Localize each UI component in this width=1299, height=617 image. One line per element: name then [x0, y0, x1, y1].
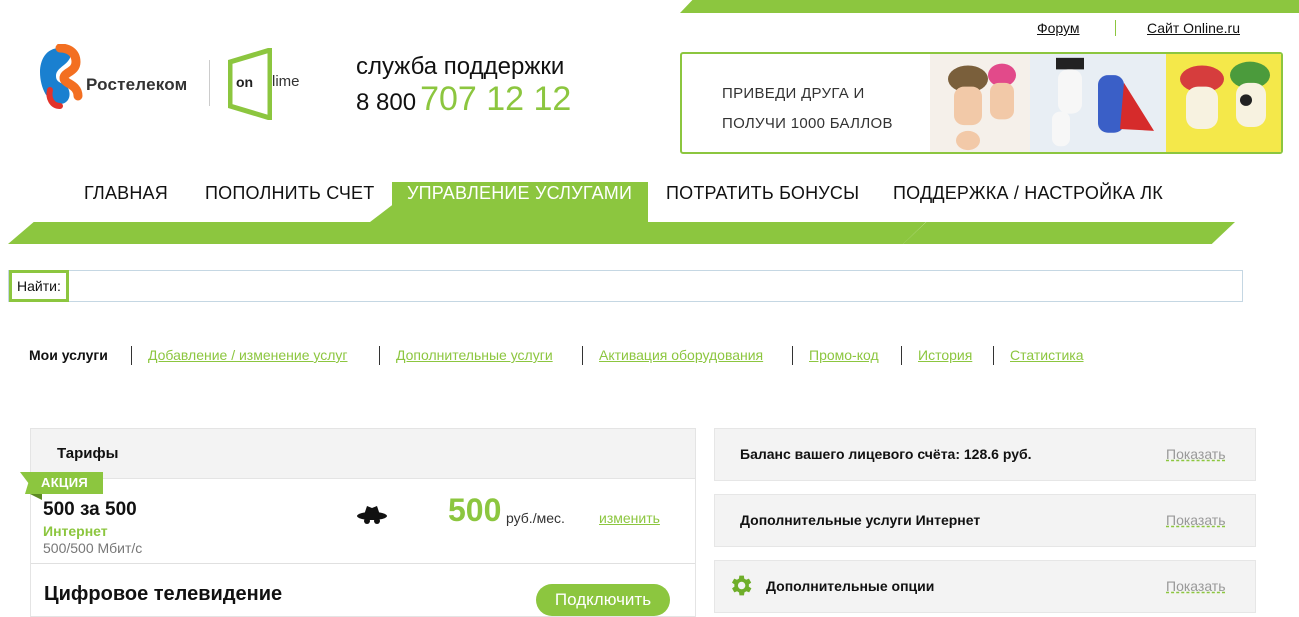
banner-text: ПРИВЕДИ ДРУГА И ПОЛУЧИ 1000 БАЛЛОВ: [722, 79, 893, 139]
nav-support-settings[interactable]: ПОДДЕРЖКА / НАСТРОЙКА ЛК: [893, 183, 1163, 204]
nav-top-up[interactable]: ПОПОЛНИТЬ СЧЕТ: [205, 183, 374, 204]
tariff-type: Интернет: [43, 523, 108, 539]
site-online-link[interactable]: Сайт Online.ru: [1147, 20, 1240, 36]
tab-divider: [901, 346, 902, 365]
logo-divider: [209, 60, 210, 106]
tab-divider: [582, 346, 583, 365]
connect-button[interactable]: Подключить: [536, 584, 670, 616]
banner-line-2: ПОЛУЧИ 1000 БАЛЛОВ: [722, 115, 893, 132]
promo-badge: АКЦИЯ: [20, 472, 103, 494]
balance-title: Баланс вашего лицевого счёта: 128.6 руб.: [740, 446, 1032, 462]
incognito-hat-icon: [357, 506, 387, 524]
top-links-divider: [1115, 20, 1116, 36]
gear-icon: [731, 575, 752, 596]
extra-options-show-link[interactable]: Показать: [1166, 578, 1226, 594]
rostelecom-wordmark: Ростелеком: [86, 75, 188, 94]
tab-divider: [131, 346, 132, 365]
internet-services-show-link[interactable]: Показать: [1166, 512, 1226, 528]
nav-home[interactable]: ГЛАВНАЯ: [84, 183, 168, 204]
tab-equipment-activation[interactable]: Активация оборудования: [599, 347, 763, 363]
search-input[interactable]: [8, 270, 1243, 302]
tab-history[interactable]: История: [918, 347, 972, 363]
tariffs-title: Тарифы: [57, 445, 119, 462]
nav-decor-band-right: [903, 222, 1235, 244]
top-decor-stripe: [680, 0, 1299, 13]
tariff-row-divider: [31, 563, 695, 564]
banner-puppets-image: [930, 54, 1281, 152]
tab-promo-code[interactable]: Промо-код: [809, 347, 879, 363]
support-phone[interactable]: 8 800 707 12 12: [356, 80, 571, 119]
promo-banner[interactable]: ПРИВЕДИ ДРУГА И ПОЛУЧИ 1000 БАЛЛОВ: [680, 52, 1283, 154]
nav-manage-services[interactable]: УПРАВЛЕНИЕ УСЛУГАМИ: [407, 183, 632, 204]
phone-number: 707 12 12: [420, 80, 572, 118]
tab-additional-services[interactable]: Дополнительные услуги: [396, 347, 553, 363]
tab-divider: [993, 346, 994, 365]
tariffs-header: [31, 429, 695, 479]
nav-decor-band-left: [8, 222, 926, 244]
nav-spend-bonuses[interactable]: ПОТРАТИТЬ БОНУСЫ: [666, 183, 859, 204]
tab-add-change-services[interactable]: Добавление / изменение услуг: [148, 347, 348, 363]
online-logo-lime: lime: [272, 73, 300, 90]
search-label: Найти:: [9, 270, 69, 302]
digital-tv-title: Цифровое телевидение: [44, 583, 283, 605]
tab-divider: [792, 346, 793, 365]
change-tariff-link[interactable]: изменить: [599, 510, 660, 526]
forum-link[interactable]: Форум: [1037, 20, 1080, 36]
internet-services-title: Дополнительные услуги Интернет: [740, 512, 981, 528]
tab-divider: [379, 346, 380, 365]
rostelecom-logo-icon[interactable]: [38, 44, 83, 110]
banner-line-1: ПРИВЕДИ ДРУГА И: [722, 85, 865, 102]
tariff-price: 500: [448, 492, 502, 528]
support-label: служба поддержки: [356, 53, 565, 80]
tab-statistics[interactable]: Статистика: [1010, 347, 1084, 363]
balance-show-link[interactable]: Показать: [1166, 446, 1226, 462]
phone-prefix: 8 800: [356, 89, 417, 116]
extra-options-title: Дополнительные опции: [766, 578, 935, 594]
tariff-price-unit: руб./мес.: [506, 510, 565, 526]
tab-my-services[interactable]: Мои услуги: [29, 347, 108, 363]
online-logo-on: on: [236, 74, 254, 90]
nav-decor-band: [370, 205, 648, 222]
tariff-name: 500 за 500: [43, 499, 137, 520]
tariff-speed: 500/500 Мбит/с: [43, 540, 143, 556]
